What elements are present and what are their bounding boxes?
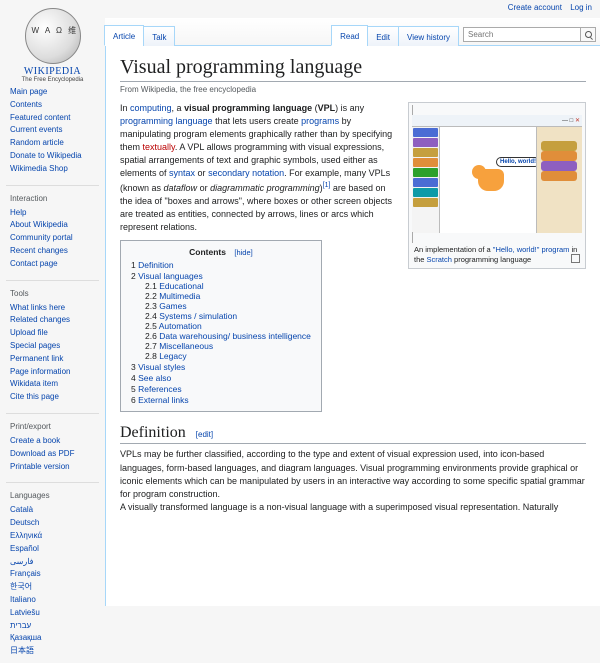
toc-hide-link[interactable]: [hide] xyxy=(234,248,252,257)
sidebar-item-downloadpdf[interactable]: Download as PDF xyxy=(10,449,74,458)
sidebar-item-current[interactable]: Current events xyxy=(10,125,62,134)
hello-world-link[interactable]: "Hello, world!" program xyxy=(493,245,570,254)
lang-kk[interactable]: Қазақша xyxy=(10,633,42,642)
thumbnail-caption: An implementation of a "Hello, world!" p… xyxy=(412,242,582,265)
sidebar-item-shop[interactable]: Wikimedia Shop xyxy=(10,164,68,173)
sidebar-item-contents[interactable]: Contents xyxy=(10,100,42,109)
search-form xyxy=(463,27,596,42)
toc-misc[interactable]: Miscellaneous xyxy=(159,341,213,351)
toc-external-links[interactable]: External links xyxy=(138,395,189,405)
speech-bubble: Hello, world! xyxy=(496,157,540,167)
lang-lv[interactable]: Latviešu xyxy=(10,608,40,617)
toc-visual-styles[interactable]: Visual styles xyxy=(138,362,185,372)
sidebar-item-pageinfo[interactable]: Page information xyxy=(10,367,70,376)
search-icon xyxy=(585,31,592,38)
sidebar-item-donate[interactable]: Donate to Wikipedia xyxy=(10,151,82,160)
toc-dw-bi[interactable]: Data warehousing/ business intelligence xyxy=(159,331,311,341)
sidebar-item-contact[interactable]: Contact page xyxy=(10,259,58,268)
toc-definition[interactable]: Definition xyxy=(138,260,173,270)
syntax-link[interactable]: syntax xyxy=(169,168,195,178)
scratch-palette xyxy=(412,127,440,233)
lang-ko[interactable]: 한국어 xyxy=(10,582,32,591)
nav-print-heading: Print/export xyxy=(10,422,99,431)
enlarge-icon[interactable] xyxy=(571,254,580,263)
sidebar-item-permalink[interactable]: Permanent link xyxy=(10,354,63,363)
programs-link[interactable]: programs xyxy=(301,116,339,126)
computing-link[interactable]: computing xyxy=(130,103,172,113)
body-paragraph-2: A visually transformed language is a non… xyxy=(120,501,586,514)
toc-visual-languages[interactable]: Visual languages xyxy=(138,271,203,281)
sidebar-item-createbook[interactable]: Create a book xyxy=(10,436,60,445)
toc-see-also[interactable]: See also xyxy=(138,373,171,383)
sidebar-item-about[interactable]: About Wikipedia xyxy=(10,220,68,229)
nav-interaction-heading: Interaction xyxy=(10,194,99,203)
lang-it[interactable]: Italiano xyxy=(10,595,36,604)
nav-languages-heading: Languages xyxy=(10,491,99,500)
sidebar-item-help[interactable]: Help xyxy=(10,208,26,217)
scratch-link[interactable]: Scratch xyxy=(427,255,452,264)
sidebar-item-random[interactable]: Random article xyxy=(10,138,64,147)
sidebar-item-community[interactable]: Community portal xyxy=(10,233,73,242)
toc-legacy[interactable]: Legacy xyxy=(159,351,186,361)
edit-section-link[interactable]: [edit] xyxy=(196,430,213,439)
wordmark: WIKIPEDIA xyxy=(0,66,105,77)
sidebar-item-upload[interactable]: Upload file xyxy=(10,328,48,337)
lang-fr[interactable]: Français xyxy=(10,569,41,578)
toc-references[interactable]: References xyxy=(138,384,181,394)
lang-fa[interactable]: فارسی xyxy=(10,557,34,566)
scratch-cat-icon xyxy=(478,169,504,191)
tab-history[interactable]: View history xyxy=(398,26,459,46)
nav-print: Print/export Create a book Download as P… xyxy=(0,414,105,478)
lang-de[interactable]: Deutsch xyxy=(10,518,39,527)
textually-link[interactable]: textually xyxy=(143,142,175,152)
toc-educational[interactable]: Educational xyxy=(159,281,203,291)
toc-automation[interactable]: Automation xyxy=(159,321,202,331)
toc-title: Contents [hide] xyxy=(131,247,311,257)
toc-games[interactable]: Games xyxy=(159,301,186,311)
site-sub: From Wikipedia, the free encyclopedia xyxy=(120,85,586,94)
sidebar-item-featured[interactable]: Featured content xyxy=(10,113,70,122)
sidebar-item-whatlinks[interactable]: What links here xyxy=(10,303,65,312)
sidebar-item-printable[interactable]: Printable version xyxy=(10,462,70,471)
nav-tools: Tools What links here Related changes Up… xyxy=(0,281,105,409)
nav-tools-heading: Tools xyxy=(10,289,99,298)
lead-thumbnail: — □ ✕ Hello, world! xyxy=(408,102,586,269)
sidebar-item-cite[interactable]: Cite this page xyxy=(10,392,59,401)
table-of-contents: Contents [hide] 1 Definition 2 Visual la… xyxy=(120,240,322,412)
tab-edit[interactable]: Edit xyxy=(367,26,399,46)
lang-ja[interactable]: 日本語 xyxy=(10,646,34,655)
sidebar-item-special[interactable]: Special pages xyxy=(10,341,60,350)
thumbnail-image[interactable]: — □ ✕ Hello, world! xyxy=(412,105,582,243)
lang-ca[interactable]: Català xyxy=(10,505,33,514)
content: Visual programming language From Wikiped… xyxy=(105,46,600,606)
tab-article[interactable]: Article xyxy=(104,25,144,46)
lang-he[interactable]: עברית xyxy=(10,621,31,630)
wikipedia-logo[interactable]: WIKIPEDIA The Free Encyclopedia xyxy=(0,8,105,83)
sidebar: WIKIPEDIA The Free Encyclopedia Main pag… xyxy=(0,0,105,600)
sidebar-item-recent[interactable]: Recent changes xyxy=(10,246,68,255)
toc-multimedia[interactable]: Multimedia xyxy=(159,291,200,301)
lang-el[interactable]: Ελληνικά xyxy=(10,531,42,540)
section-definition-heading: Definition [edit] xyxy=(120,424,586,444)
sidebar-item-related[interactable]: Related changes xyxy=(10,315,70,324)
nav-interaction: Interaction Help About Wikipedia Communi… xyxy=(0,186,105,276)
nav-languages: Languages Català Deutsch Ελληνικά Españo… xyxy=(0,483,105,663)
tab-row: Article Talk Read Edit View history xyxy=(105,18,600,46)
sidebar-item-wikidata[interactable]: Wikidata item xyxy=(10,379,58,388)
programming-language-link[interactable]: programming language xyxy=(120,116,213,126)
search-input[interactable] xyxy=(463,27,581,42)
lang-es[interactable]: Español xyxy=(10,544,39,553)
sidebar-item-main-page[interactable]: Main page xyxy=(10,87,47,96)
toc-systems[interactable]: Systems / simulation xyxy=(159,311,237,321)
tab-read[interactable]: Read xyxy=(331,25,368,46)
body-paragraph-1: VPLs may be further classified, accordin… xyxy=(120,448,586,500)
secondary-notation-link[interactable]: secondary notation xyxy=(208,168,284,178)
nav-main: Main page Contents Featured content Curr… xyxy=(0,83,105,181)
search-button[interactable] xyxy=(581,27,596,42)
tab-talk[interactable]: Talk xyxy=(143,26,175,46)
page-title: Visual programming language xyxy=(120,56,586,82)
scratch-scripts xyxy=(536,127,582,233)
scratch-stage: Hello, world! xyxy=(440,127,536,233)
globe-icon xyxy=(25,8,81,64)
